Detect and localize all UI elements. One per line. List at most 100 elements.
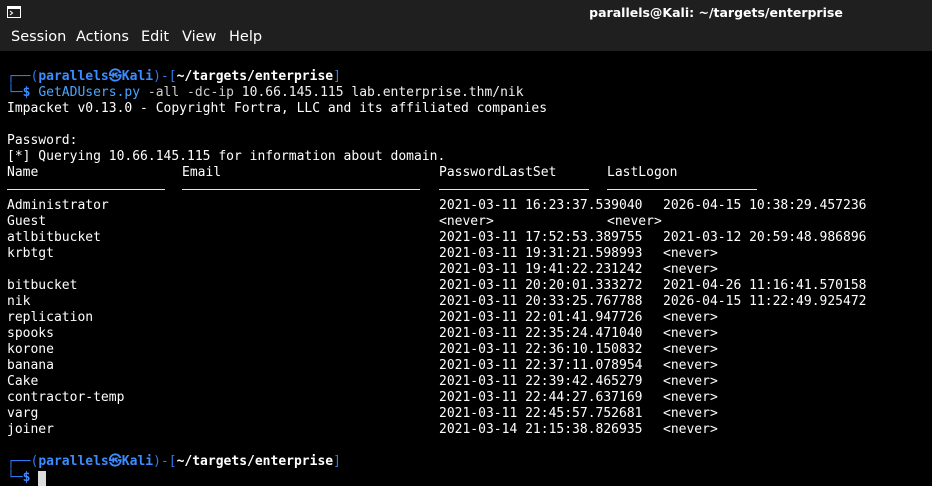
row-name: Guest (7, 214, 47, 229)
command-args: -all -dc-ip (140, 85, 234, 100)
row-password-last-set: <never> (439, 214, 494, 229)
row-name: krbtgt (7, 246, 54, 261)
row-password-last-set: 2021-03-11 16:23:37.539040 (439, 198, 643, 213)
row-last-logon: <never> (663, 342, 718, 357)
row-password-last-set: 2021-03-14 21:15:38.826935 (439, 422, 643, 437)
menu-actions[interactable]: Actions (76, 25, 129, 51)
prompt-frame: ┌──( (7, 69, 39, 84)
prompt-dollar: $ (22, 85, 31, 100)
prompt-mid: )-[ (153, 454, 177, 469)
prompt-frame: ┌──( (7, 454, 39, 469)
banner-line: Impacket v0.13.0 - Copyright Fortra, LLC… (7, 101, 548, 116)
table-row: Guest <never> <never> (7, 214, 927, 230)
header-name: Name (7, 165, 39, 180)
prompt-dollar: $ (22, 470, 31, 485)
row-name: nik (7, 294, 31, 309)
header-underline-password-last-set (439, 189, 589, 190)
row-password-last-set: 2021-03-11 22:45:57.752681 (439, 406, 643, 421)
row-last-logon: <never> (663, 406, 718, 421)
row-password-last-set: 2021-03-11 22:35:24.471040 (439, 326, 643, 341)
row-password-last-set: 2021-03-11 22:37:11.078954 (439, 358, 643, 373)
row-last-logon: <never> (663, 262, 718, 277)
table-row: contractor-temp 2021-03-11 22:44:27.63716… (7, 390, 927, 406)
prompt-host: Kali (121, 454, 154, 469)
row-password-last-set: 2021-03-11 20:20:01.333272 (439, 278, 643, 293)
row-password-last-set: 2021-03-11 17:52:53.389755 (439, 230, 643, 245)
table-row: bitbucket 2021-03-11 20:20:01.333272 2021-… (7, 278, 927, 294)
prompt-frame-bottom: └─ (7, 470, 23, 485)
title-bar: parallels@Kali: ~/targets/enterprise (0, 0, 932, 25)
window-title: parallels@Kali: ~/targets/enterprise (589, 5, 843, 20)
terminal-window: parallels@Kali: ~/targets/enterprise Ses… (0, 0, 932, 486)
row-last-logon: 2026-04-15 10:38:29.457236 (663, 198, 867, 213)
table-row: 2021-03-11 19:41:22.231242 <never> (7, 262, 927, 278)
table-row: banana 2021-03-11 22:37:11.078954 <never> (7, 358, 927, 374)
prompt-user: parallels (38, 454, 109, 469)
row-last-logon: <never> (663, 374, 718, 389)
row-name: joiner (7, 422, 54, 437)
prompt-line-top-2: ┌──(parallels㉿Kali)-[~/targets/enterpris… (7, 454, 341, 470)
prompt-path: ~/targets/enterprise (176, 454, 334, 469)
header-password-last-set: PasswordLastSet (439, 165, 557, 180)
menu-help[interactable]: Help (229, 25, 262, 51)
menu-view[interactable]: View (182, 25, 216, 51)
password-line: Password: (7, 133, 78, 148)
row-name: Administrator (7, 198, 109, 213)
header-underline-name (7, 189, 165, 190)
row-password-last-set: 2021-03-11 19:31:21.598993 (439, 246, 643, 261)
row-name: replication (7, 310, 94, 325)
header-last-logon: LastLogon (607, 165, 678, 180)
row-password-last-set: 2021-03-11 22:36:10.150832 (439, 342, 643, 357)
row-last-logon: <never> (663, 310, 718, 325)
row-last-logon: <never> (663, 422, 718, 437)
prompt-at: ㉿ (108, 69, 122, 84)
table-row: spooks 2021-03-11 22:35:24.471040 <never> (7, 326, 927, 342)
row-password-last-set: 2021-03-11 20:33:25.767788 (439, 294, 643, 309)
prompt-host: Kali (121, 69, 154, 84)
prompt-line-top: ┌──(parallels㉿Kali)-[~/targets/enterpris… (7, 69, 341, 85)
row-last-logon: 2026-04-15 11:22:49.925472 (663, 294, 867, 309)
row-name: banana (7, 358, 54, 373)
prompt-end: ] (333, 69, 341, 84)
table-row: krbtgt 2021-03-11 19:31:21.598993 <never> (7, 246, 927, 262)
prompt-end: ] (333, 454, 341, 469)
table-header: Name Email PasswordLastSet LastLogon (7, 165, 927, 181)
row-last-logon: <never> (663, 246, 718, 261)
input-line[interactable]: └─$ (7, 470, 38, 486)
header-underline-email (182, 189, 420, 190)
row-name: bitbucket (7, 278, 78, 293)
row-last-logon: <never> (663, 358, 718, 373)
row-password-last-set: 2021-03-11 22:44:27.637169 (439, 390, 643, 405)
command-target: 10.66.145.115 lab.enterprise.thm/nik (233, 85, 524, 100)
row-password-last-set: 2021-03-11 22:39:42.465279 (439, 374, 643, 389)
command-line: └─$ GetADUsers.py -all -dc-ip 10.66.145.… (7, 85, 524, 101)
command-name: GetADUsers.py (38, 85, 141, 100)
row-last-logon: 2021-04-26 11:16:41.570158 (663, 278, 867, 293)
row-name: atlbitbucket (7, 230, 101, 245)
row-password-last-set: 2021-03-11 22:01:41.947726 (439, 310, 643, 325)
menu-edit[interactable]: Edit (141, 25, 169, 51)
row-last-logon: 2021-03-12 20:59:48.986896 (663, 230, 867, 245)
table-row: atlbitbucket 2021-03-11 17:52:53.389755 20… (7, 230, 927, 246)
header-underline-last-logon (607, 189, 757, 190)
table-row: nik 2021-03-11 20:33:25.767788 2026-04-15 … (7, 294, 927, 310)
text-cursor (38, 471, 46, 486)
header-email: Email (182, 165, 222, 180)
prompt-frame-bottom: └─ (7, 85, 23, 100)
row-last-logon: <never> (607, 214, 662, 229)
menu-session[interactable]: Session (11, 25, 66, 51)
table-row: korone 2021-03-11 22:36:10.150832 <never> (7, 342, 927, 358)
row-password-last-set: 2021-03-11 19:41:22.231242 (439, 262, 643, 277)
row-name: korone (7, 342, 54, 357)
prompt-at: ㉿ (108, 454, 122, 469)
prompt-user: parallels (38, 69, 109, 84)
terminal-output[interactable]: ┌──(parallels㉿Kali)-[~/targets/enterpris… (7, 53, 927, 486)
table-row: Administrator 2021-03-11 16:23:37.539040 2… (7, 198, 927, 214)
table-row: varg 2021-03-11 22:45:57.752681 <never> (7, 406, 927, 422)
row-name: Cake (7, 374, 39, 389)
table-row: Cake 2021-03-11 22:39:42.465279 <never> (7, 374, 927, 390)
row-name: contractor-temp (7, 390, 125, 405)
row-name: varg (7, 406, 39, 421)
menu-bar: Session Actions Edit View Help (0, 25, 932, 51)
row-last-logon: <never> (663, 390, 718, 405)
